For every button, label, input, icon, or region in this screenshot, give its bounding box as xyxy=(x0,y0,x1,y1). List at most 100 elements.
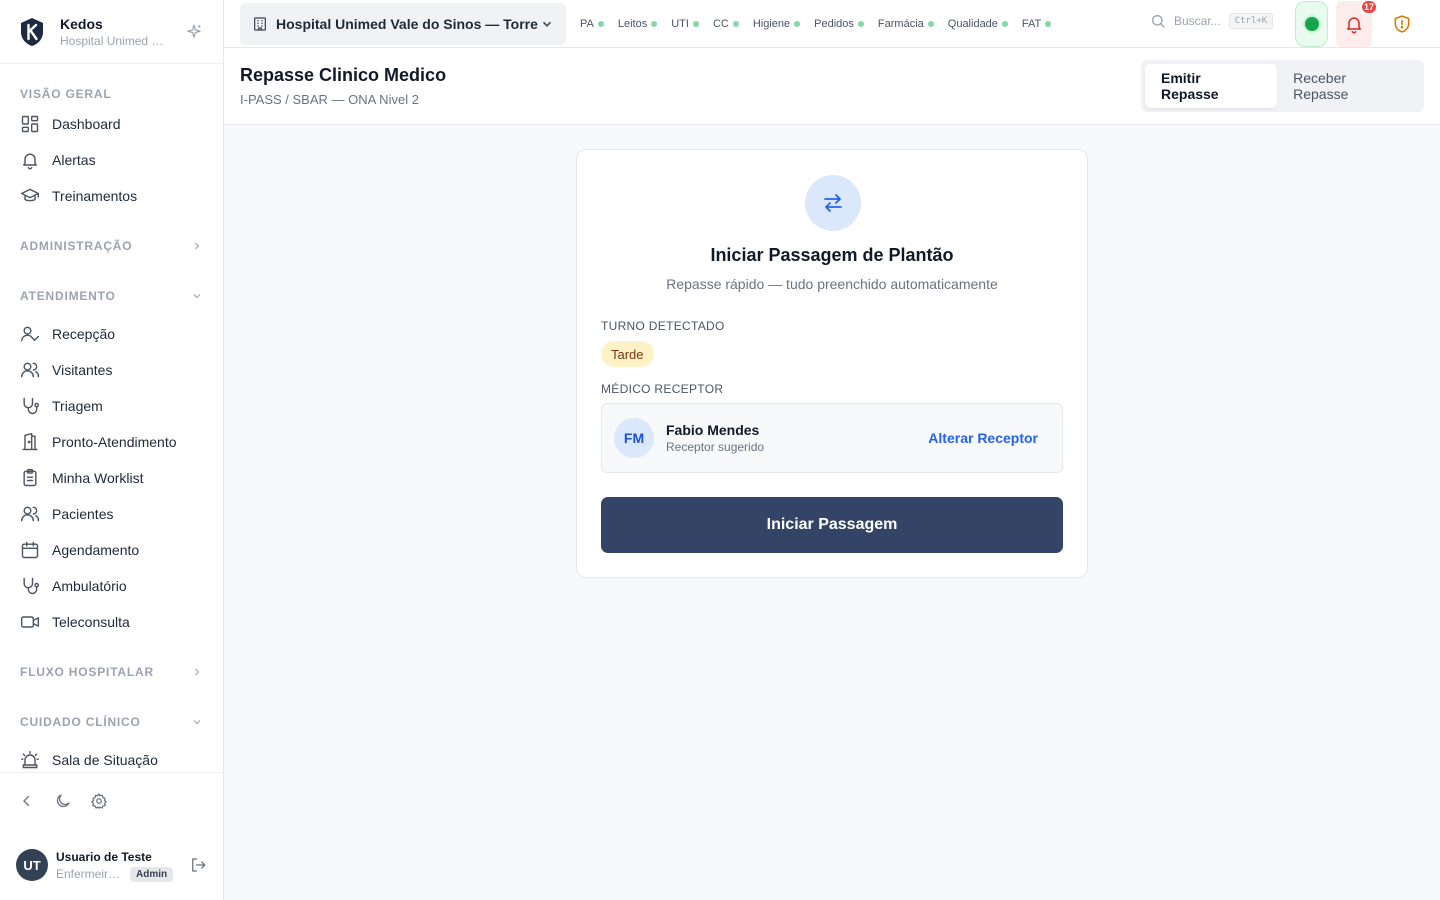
status-dot xyxy=(692,21,699,27)
status-dot xyxy=(857,21,864,27)
start-handoff-button[interactable]: Iniciar Passagem xyxy=(601,497,1063,553)
chevron-right-icon xyxy=(195,242,200,250)
module-higiene[interactable]: Higiene xyxy=(753,18,801,30)
user-check-icon xyxy=(20,326,40,342)
section-visao-geral: VISÃO GERAL xyxy=(20,87,112,101)
status-dot xyxy=(794,21,801,27)
shield-alert-icon[interactable] xyxy=(1392,14,1412,34)
tab-emitir-repasse[interactable]: Emitir Repasse xyxy=(1145,64,1278,108)
avatar[interactable]: UT xyxy=(16,849,48,881)
sidebar-item-label: Teleconsulta xyxy=(52,614,130,630)
sidebar-item-alertas[interactable]: Alertas xyxy=(0,142,223,178)
notifications-button[interactable]: 17 xyxy=(1336,0,1378,47)
sidebar-footer: UT Usuario de Teste Enfermeiro(a) Admin xyxy=(0,772,223,900)
module-qualidade[interactable]: Qualidade xyxy=(948,18,1008,30)
module-pa[interactable]: PA xyxy=(580,18,604,30)
clipboard-list-icon xyxy=(23,468,37,487)
role-badge: Admin xyxy=(130,866,174,882)
card-title: Iniciar Passagem de Plantão xyxy=(710,245,954,265)
status-dot xyxy=(1045,21,1052,27)
sidebar-item-pronto-atendimento[interactable]: Pronto-Atendimento xyxy=(0,424,223,460)
gear-icon[interactable] xyxy=(90,792,108,810)
stethoscope-icon xyxy=(23,397,40,415)
arrows-swap-icon xyxy=(824,194,842,212)
bell-icon xyxy=(1347,17,1361,34)
kedos-logo-icon xyxy=(21,17,43,46)
status-dot xyxy=(1001,21,1008,27)
receiver-subtitle: Receptor sugerido xyxy=(666,440,765,454)
module-pedidos[interactable]: Pedidos xyxy=(814,18,864,30)
sidebar-item-triagem[interactable]: Triagem xyxy=(0,388,223,424)
status-dot xyxy=(732,21,739,27)
sidebar-item-treinamentos[interactable]: Treinamentos xyxy=(0,178,223,214)
online-indicator xyxy=(1304,17,1319,31)
chevron-down-icon xyxy=(542,21,552,27)
section-fluxo-hospitalar[interactable]: FLUXO HOSPITALAR xyxy=(0,662,223,682)
search-shortcut: Ctrl+K xyxy=(1228,13,1274,29)
module-farmacia[interactable]: Farmácia xyxy=(878,18,934,30)
connection-status[interactable] xyxy=(1295,1,1328,47)
page-title: Repasse Clinico Medico xyxy=(240,65,447,85)
page-subtitle: I-PASS / SBAR — ONA Nivel 2 xyxy=(240,92,419,107)
sidebar-item-recepcao[interactable]: Recepção xyxy=(0,316,223,352)
shift-label: TURNO DETECTADO xyxy=(601,319,725,333)
sidebar-item-visitantes[interactable]: Visitantes xyxy=(0,352,223,388)
user-role: Enfermeiro(a) xyxy=(56,867,124,881)
siren-icon xyxy=(20,750,40,769)
sidebar-item-label: Pacientes xyxy=(52,506,114,522)
tab-receber-repasse[interactable]: Receber Repasse xyxy=(1277,64,1420,108)
module-leitos[interactable]: Leitos xyxy=(618,18,658,30)
building-icon xyxy=(254,17,266,31)
change-receiver-link[interactable]: Alterar Receptor xyxy=(928,430,1038,446)
handoff-card: Iniciar Passagem de Plantão Repasse rápi… xyxy=(576,149,1088,578)
topbar: Hospital Unimed Vale do Sinos — Torre I … xyxy=(224,0,1440,48)
receiver-avatar: FM xyxy=(614,418,654,458)
sidebar-item-label: Dashboard xyxy=(52,116,121,132)
sidebar-item-label: Triagem xyxy=(52,398,103,414)
sidebar-item-teleconsulta[interactable]: Teleconsulta xyxy=(0,604,223,640)
repasse-tabs: Emitir Repasse Receber Repasse xyxy=(1141,60,1424,112)
receiver-label: MÉDICO RECEPTOR xyxy=(601,382,724,396)
sidebar-item-label: Visitantes xyxy=(52,362,113,378)
section-administracao[interactable]: ADMINISTRAÇÃO xyxy=(0,236,223,256)
module-fat[interactable]: FAT xyxy=(1022,18,1052,30)
search-input[interactable]: Buscar... Ctrl+K xyxy=(1150,13,1274,29)
video-icon xyxy=(20,616,40,628)
status-dot xyxy=(651,21,658,27)
sidebar-item-dashboard[interactable]: Dashboard xyxy=(0,106,223,142)
collapse-sidebar-icon[interactable] xyxy=(18,792,36,810)
chevron-down-icon xyxy=(193,294,201,299)
sidebar-item-sala-de-situacao[interactable]: Sala de Situação xyxy=(0,742,223,772)
user-profile: UT Usuario de Teste Enfermeiro(a) Admin xyxy=(0,829,223,900)
sidebar-item-ambulatorio[interactable]: Ambulatório xyxy=(0,568,223,604)
sidebar-nav: VISÃO GERAL Dashboard Alertas Treinament… xyxy=(0,64,223,772)
receiver-name: Fabio Mendes xyxy=(666,422,760,438)
shift-badge: Tarde xyxy=(601,341,654,367)
module-cc[interactable]: CC xyxy=(713,18,739,30)
section-cuidado-clinico[interactable]: CUIDADO CLÍNICO xyxy=(0,712,223,732)
status-dot xyxy=(597,21,604,27)
search-icon xyxy=(1152,15,1165,28)
module-uti[interactable]: UTI xyxy=(671,18,699,30)
logout-icon[interactable] xyxy=(189,856,207,874)
sidebar-item-label: Ambulatório xyxy=(52,578,127,594)
sidebar-item-agendamento[interactable]: Agendamento xyxy=(0,532,223,568)
sidebar-item-pacientes[interactable]: Pacientes xyxy=(0,496,223,532)
sidebar: Kedos Hospital Unimed Vale do Sinos VISÃ… xyxy=(0,0,224,900)
moon-icon[interactable] xyxy=(54,792,72,810)
page-header: Repasse Clinico Medico I-PASS / SBAR — O… xyxy=(224,48,1440,125)
door-icon xyxy=(22,432,38,451)
sidebar-item-label: Sala de Situação xyxy=(52,752,158,768)
search-placeholder: Buscar... xyxy=(1174,14,1221,28)
sidebar-item-label: Recepção xyxy=(52,326,116,342)
brand-subtitle: Hospital Unimed Vale do Sinos xyxy=(60,33,168,48)
handoff-icon-wrap xyxy=(805,175,861,231)
users-icon xyxy=(20,362,40,378)
sidebar-item-label: Minha Worklist xyxy=(52,470,144,486)
sidebar-item-label: Treinamentos xyxy=(52,188,138,204)
sparkle-icon[interactable] xyxy=(185,23,203,41)
section-atendimento[interactable]: ATENDIMENTO xyxy=(0,286,223,306)
receiver-box: FM Fabio Mendes Receptor sugerido Altera… xyxy=(601,403,1063,473)
sidebar-item-minha-worklist[interactable]: Minha Worklist xyxy=(0,460,223,496)
hospital-selector[interactable]: Hospital Unimed Vale do Sinos — Torre I xyxy=(240,3,566,45)
